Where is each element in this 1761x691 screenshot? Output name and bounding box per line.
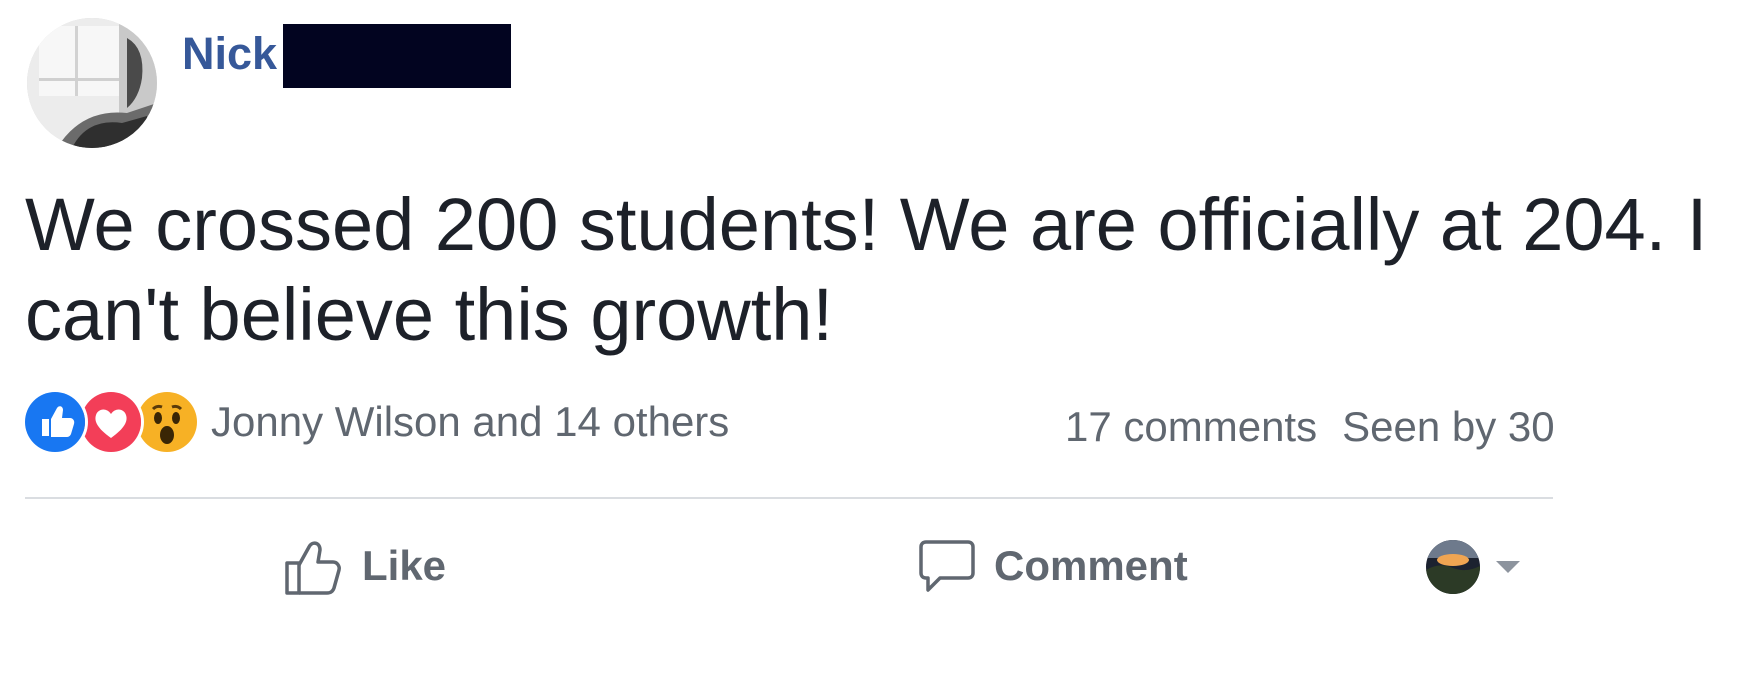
- like-icon: [25, 392, 85, 452]
- divider: [25, 497, 1553, 499]
- chevron-down-icon: [1496, 561, 1520, 573]
- author-name[interactable]: Nick: [182, 28, 277, 80]
- comment-icon: [919, 540, 975, 592]
- wow-icon: [137, 392, 197, 452]
- like-label: Like: [362, 542, 447, 589]
- reactions-bar[interactable]: Jonny Wilson and 14 others: [25, 390, 729, 454]
- comment-button[interactable]: Comment: [918, 530, 1188, 602]
- post-text: We crossed 200 students! We are official…: [25, 183, 1708, 356]
- seen-by-count[interactable]: Seen by 30: [1342, 403, 1555, 451]
- author-avatar[interactable]: [27, 18, 157, 148]
- avatar-photo: [27, 18, 157, 148]
- like-button[interactable]: Like: [282, 530, 446, 602]
- reaction-as-selector[interactable]: [1426, 540, 1520, 594]
- profile-avatar-small: [1426, 540, 1480, 594]
- comments-count[interactable]: 17 comments: [1065, 403, 1317, 451]
- love-icon: [81, 392, 141, 452]
- reactions-summary[interactable]: Jonny Wilson and 14 others: [211, 398, 729, 446]
- thumbs-up-icon: [285, 541, 341, 595]
- feed-post: Nick We crossed 200 students! We are off…: [0, 0, 1761, 691]
- comment-label: Comment: [994, 542, 1188, 589]
- redacted-last-name: [283, 24, 511, 88]
- post-stats: 17 comments Seen by 30: [1065, 403, 1555, 451]
